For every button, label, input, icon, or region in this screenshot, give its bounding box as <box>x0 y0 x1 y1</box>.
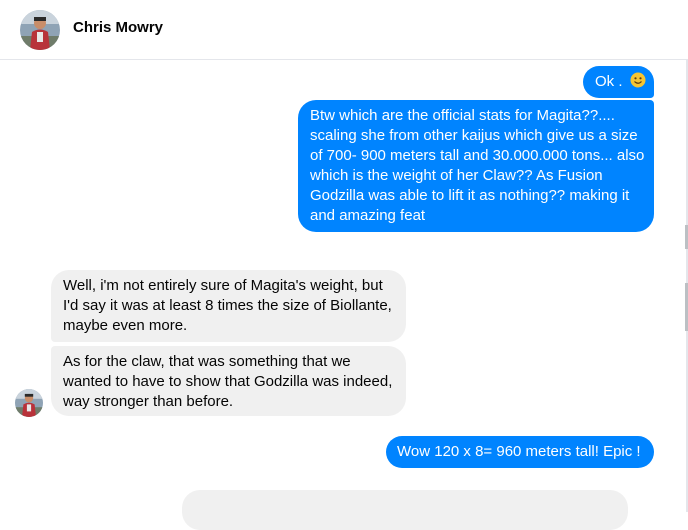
message-text: Wow 120 x 8= 960 meters tall! Epic ! <box>397 443 641 460</box>
message-line: I'd say it was at least 8 times the size… <box>63 297 392 314</box>
message-bubble-outgoing[interactable]: Ok . <box>583 66 654 98</box>
message-line: which is the weight of her Claw?? As Fus… <box>310 167 603 184</box>
contact-avatar[interactable] <box>20 10 60 50</box>
conversation-header: Chris Mowry <box>0 0 688 60</box>
message-bubble-incoming-partial[interactable] <box>182 490 628 530</box>
message-bubble-incoming[interactable]: Well, i'm not entirely sure of Magita's … <box>51 270 406 342</box>
message-line: As for the claw, that was something that… <box>63 353 351 370</box>
message-line: maybe even more. <box>63 317 188 334</box>
message-line: scaling she from other kaijus which give… <box>310 127 638 144</box>
message-bubble-outgoing[interactable]: Wow 120 x 8= 960 meters tall! Epic ! <box>386 436 654 468</box>
message-line: of 700- 900 meters tall and 30.000.000 t… <box>310 147 645 164</box>
message-bubble-incoming[interactable]: As for the claw, that was something that… <box>51 346 406 416</box>
message-line: Godzilla was able to lift it as nothing?… <box>310 187 630 204</box>
message-line: Btw which are the official stats for Mag… <box>310 107 615 124</box>
message-bubble-outgoing[interactable]: Btw which are the official stats for Mag… <box>298 100 654 232</box>
smiling-face-emoji-icon <box>630 72 646 88</box>
message-line: and amazing feat <box>310 207 426 224</box>
profile-photo-avatar-icon <box>20 10 60 50</box>
message-line: Well, i'm not entirely sure of Magita's … <box>63 277 383 294</box>
message-text: Ok . <box>595 73 627 90</box>
message-line: wanted to have to show that Godzilla was… <box>63 373 393 390</box>
message-line: way stronger than before. <box>63 393 234 410</box>
sender-avatar[interactable] <box>15 389 43 417</box>
contact-name[interactable]: Chris Mowry <box>73 19 163 36</box>
profile-photo-avatar-icon <box>15 389 43 417</box>
